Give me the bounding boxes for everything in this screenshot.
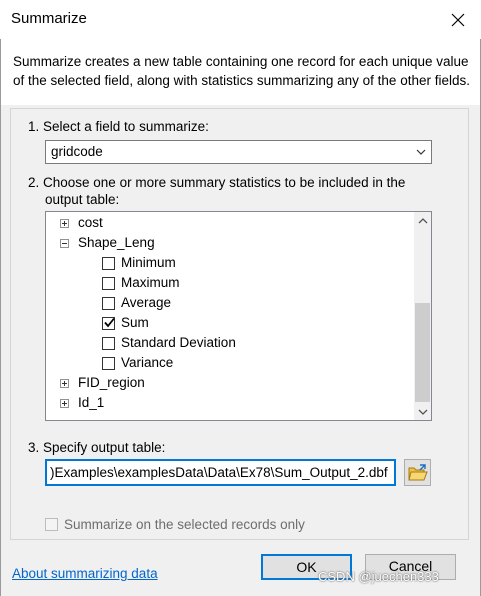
chevron-down-icon [418, 409, 427, 415]
watermark: CSDN @juechen333 [318, 569, 439, 584]
tree-stat-item[interactable]: Variance [46, 353, 414, 373]
expand-icon[interactable] [60, 399, 69, 408]
help-link[interactable]: About summarizing data [12, 566, 158, 581]
step3-label: 3. Specify output table: [28, 440, 166, 455]
scroll-down-button[interactable] [414, 403, 431, 420]
description-text: Summarize creates a new table containing… [13, 54, 470, 88]
tree-field-item[interactable]: Shape_Leng [46, 233, 414, 253]
open-folder-icon [407, 463, 428, 480]
field-select-value: gridcode [51, 144, 103, 159]
tree-stat-label: Standard Deviation [121, 335, 236, 350]
tree-stat-item[interactable]: Minimum [46, 253, 414, 273]
scroll-thumb[interactable] [415, 303, 430, 402]
chevron-up-icon [418, 217, 427, 223]
tree-stat-label: Sum [121, 315, 149, 330]
browse-button[interactable] [404, 459, 431, 486]
expand-icon[interactable] [60, 379, 69, 388]
tree-stat-item[interactable]: Sum [46, 313, 414, 333]
tree-field-label: Id_1 [78, 395, 105, 410]
window-title: Summarize [11, 10, 87, 27]
tree-stat-label: Variance [121, 355, 174, 370]
output-table-input[interactable]: )Examples\examplesData\Data\Ex78\Sum_Out… [45, 459, 396, 486]
selected-records-label: Summarize on the selected records only [64, 517, 305, 532]
close-button[interactable] [435, 0, 481, 39]
description-panel: Summarize creates a new table containing… [1, 39, 480, 105]
title-bar: Summarize [0, 0, 481, 39]
stat-checkbox[interactable] [102, 357, 115, 370]
tree-stat-label: Average [121, 295, 172, 310]
expand-icon[interactable] [60, 219, 69, 228]
chevron-down-icon[interactable] [415, 146, 427, 161]
stat-checkbox[interactable] [102, 257, 115, 270]
close-icon [451, 13, 465, 26]
field-select[interactable]: gridcode [45, 140, 432, 164]
tree-field-label: cost [78, 215, 103, 230]
tree-field-label: FID_region [78, 375, 145, 390]
tree-stat-item[interactable]: Maximum [46, 273, 414, 293]
scroll-up-button[interactable] [414, 212, 431, 229]
collapse-icon[interactable] [60, 239, 69, 248]
tree-field-label: Shape_Leng [78, 235, 155, 250]
stat-checkbox[interactable] [102, 297, 115, 310]
stat-checkbox[interactable] [102, 337, 115, 350]
tree-field-item[interactable]: Id_1 [46, 393, 414, 413]
output-table-value: )Examples\examplesData\Data\Ex78\Sum_Out… [50, 465, 388, 480]
selected-records-checkbox[interactable] [45, 518, 58, 531]
window-border-left [0, 39, 1, 596]
stat-checkbox[interactable] [102, 317, 115, 330]
step1-label: 1. Select a field to summarize: [28, 119, 209, 134]
tree-stat-label: Maximum [121, 275, 180, 290]
stat-checkbox[interactable] [102, 277, 115, 290]
tree-stat-label: Minimum [121, 255, 176, 270]
tree-scrollbar[interactable] [414, 212, 431, 420]
tree-stat-item[interactable]: Average [46, 293, 414, 313]
checkmark-icon [104, 317, 115, 328]
tree-stat-item[interactable]: Standard Deviation [46, 333, 414, 353]
statistics-tree[interactable]: cost Shape_Leng Minimum Maximum Average Sum St… [45, 211, 432, 421]
step2-label-continued: output table: [45, 192, 120, 207]
step2-label: 2. Choose one or more summary statistics… [28, 175, 406, 190]
tree-field-item[interactable]: FID_region [46, 373, 414, 393]
tree-field-item[interactable]: cost [46, 213, 414, 233]
